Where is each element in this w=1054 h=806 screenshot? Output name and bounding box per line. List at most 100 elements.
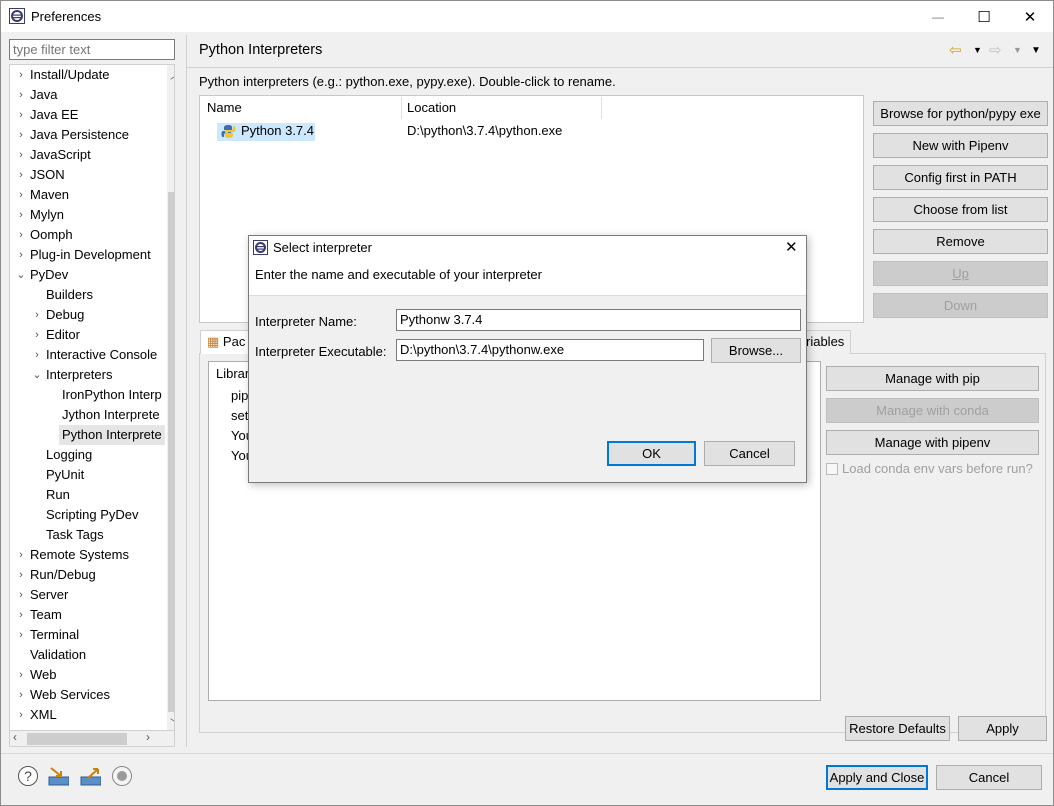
down-button[interactable]: Down — [873, 293, 1048, 318]
tree-item[interactable]: › Java EE — [19, 105, 78, 125]
cancel-button[interactable]: Cancel — [936, 765, 1042, 790]
tree-item[interactable]: › Interactive Console — [35, 345, 157, 365]
scroll-up-icon[interactable]: ︿ — [170, 67, 174, 82]
tree-item[interactable]: › Java Persistence — [19, 125, 129, 145]
remove-button[interactable]: Remove — [873, 229, 1048, 254]
column-header-name[interactable]: Name — [207, 100, 242, 115]
tree-item[interactable]: › Install/Update — [19, 65, 109, 85]
collapsed-icon[interactable]: › — [16, 105, 26, 125]
manage-with-conda-button[interactable]: Manage with conda — [826, 398, 1039, 423]
scrollbar-thumb[interactable] — [168, 192, 174, 712]
interpreter-name-field[interactable]: Pythonw 3.7.4 — [396, 309, 801, 331]
tree-item[interactable]: › Server — [19, 585, 68, 605]
tree-item[interactable]: Scripting PyDev — [46, 505, 138, 525]
manage-with-pip-button[interactable]: Manage with pip — [826, 366, 1039, 391]
library-item[interactable]: set — [231, 408, 248, 423]
collapsed-icon[interactable]: › — [16, 205, 26, 225]
collapsed-icon[interactable]: › — [16, 605, 26, 625]
tree-item[interactable]: › Mylyn — [19, 205, 64, 225]
collapsed-icon[interactable]: › — [16, 85, 26, 105]
tree-item[interactable]: › Remote Systems — [19, 545, 129, 565]
conda-env-checkbox[interactable] — [826, 463, 838, 475]
tree-item[interactable]: Builders — [46, 285, 93, 305]
tab-packages[interactable]: ▦ Pac — [200, 330, 253, 354]
interpreter-executable-field[interactable]: D:\python\3.7.4\pythonw.exe — [396, 339, 704, 361]
tree-item[interactable]: › Team — [19, 605, 62, 625]
ok-button[interactable]: OK — [607, 441, 696, 466]
filter-input[interactable] — [9, 39, 175, 60]
manage-with-pipenv-button[interactable]: Manage with pipenv — [826, 430, 1039, 455]
collapsed-icon[interactable]: › — [16, 545, 26, 565]
tree-item[interactable]: › Terminal — [19, 625, 79, 645]
tree-item[interactable]: Logging — [46, 445, 92, 465]
tree-item[interactable]: Run — [46, 485, 70, 505]
collapsed-icon[interactable]: › — [16, 145, 26, 165]
close-button[interactable]: ✕ — [1007, 1, 1053, 32]
new-with-pipenv-button[interactable]: New with Pipenv — [873, 133, 1048, 158]
tree-item[interactable]: › Web Services — [19, 685, 110, 705]
scroll-left-icon[interactable]: ‹ — [13, 730, 17, 744]
tree-horizontal-scrollbar[interactable]: ‹ › — [9, 730, 175, 747]
library-item[interactable]: pip — [231, 388, 248, 403]
export-icon[interactable] — [79, 765, 101, 787]
tree-item[interactable]: › Maven — [19, 185, 69, 205]
tree-item[interactable]: Task Tags — [46, 525, 104, 545]
back-menu-icon[interactable]: ▼ — [973, 45, 982, 55]
tree-item[interactable]: Python Interprete — [59, 425, 165, 445]
collapsed-icon[interactable]: › — [32, 325, 42, 345]
collapsed-icon[interactable]: › — [16, 585, 26, 605]
collapsed-icon[interactable]: › — [16, 245, 26, 265]
collapsed-icon[interactable]: › — [32, 305, 42, 325]
scroll-right-icon[interactable]: › — [146, 730, 150, 744]
forward-icon[interactable]: ⇨ — [989, 41, 1002, 59]
tree-item[interactable]: › JavaScript — [19, 145, 91, 165]
forward-menu-icon[interactable]: ▼ — [1013, 45, 1022, 55]
tree-vertical-scrollbar[interactable]: ︿ ﹀ — [167, 65, 174, 731]
tree-item[interactable]: › Debug — [35, 305, 84, 325]
tree-item[interactable]: › Editor — [35, 325, 80, 345]
tree-item[interactable]: Validation — [30, 645, 86, 665]
collapsed-icon[interactable]: › — [16, 125, 26, 145]
help-icon[interactable]: ? — [17, 765, 39, 787]
collapsed-icon[interactable]: › — [16, 565, 26, 585]
minimize-button[interactable]: — — [915, 1, 961, 32]
tree-item[interactable]: Jython Interprete — [62, 405, 160, 425]
choose-from-list-button[interactable]: Choose from list — [873, 197, 1048, 222]
collapsed-icon[interactable]: › — [16, 705, 26, 725]
tree-item[interactable]: › Web — [19, 665, 56, 685]
collapsed-icon[interactable]: › — [16, 225, 26, 245]
restore-defaults-button[interactable]: Restore Defaults — [845, 716, 950, 741]
config-first-in-path-button[interactable]: Config first in PATH — [873, 165, 1048, 190]
expanded-icon[interactable]: ⌄ — [16, 265, 26, 285]
maximize-button[interactable]: ☐ — [961, 1, 1007, 32]
scrollbar-thumb[interactable] — [27, 733, 127, 745]
scroll-down-icon[interactable]: ﹀ — [170, 715, 174, 730]
tree-item[interactable]: PyUnit — [46, 465, 84, 485]
dialog-close-icon[interactable]: ✕ — [785, 238, 798, 256]
dialog-browse-button[interactable]: Browse... — [711, 338, 801, 363]
up-button[interactable]: Up — [873, 261, 1048, 286]
sash[interactable] — [186, 35, 187, 747]
import-icon[interactable] — [47, 765, 69, 787]
tree-item[interactable]: › XML — [19, 705, 57, 725]
tree-item[interactable]: › Plug-in Development — [19, 245, 151, 265]
view-menu-icon[interactable]: ▼ — [1031, 45, 1041, 56]
back-icon[interactable]: ⇦ — [949, 41, 962, 59]
collapsed-icon[interactable]: › — [16, 165, 26, 185]
browse-python-button[interactable]: Browse for python/pypy exe — [873, 101, 1048, 126]
tree-item[interactable]: ⌄ PyDev — [16, 265, 68, 285]
tree-item[interactable]: › Oomph — [19, 225, 72, 245]
collapsed-icon[interactable]: › — [16, 65, 26, 85]
collapsed-icon[interactable]: › — [32, 345, 42, 365]
collapsed-icon[interactable]: › — [16, 185, 26, 205]
tree-item[interactable]: ⌄ Interpreters — [32, 365, 112, 385]
tree-item[interactable]: › JSON — [19, 165, 65, 185]
collapsed-icon[interactable]: › — [16, 625, 26, 645]
apply-button[interactable]: Apply — [958, 716, 1047, 741]
tree-item[interactable]: › Java — [19, 85, 57, 105]
collapsed-icon[interactable]: › — [16, 665, 26, 685]
column-header-location[interactable]: Location — [407, 100, 456, 115]
tree-item[interactable]: IronPython Interp — [62, 385, 162, 405]
collapsed-icon[interactable]: › — [16, 685, 26, 705]
dialog-cancel-button[interactable]: Cancel — [704, 441, 795, 466]
